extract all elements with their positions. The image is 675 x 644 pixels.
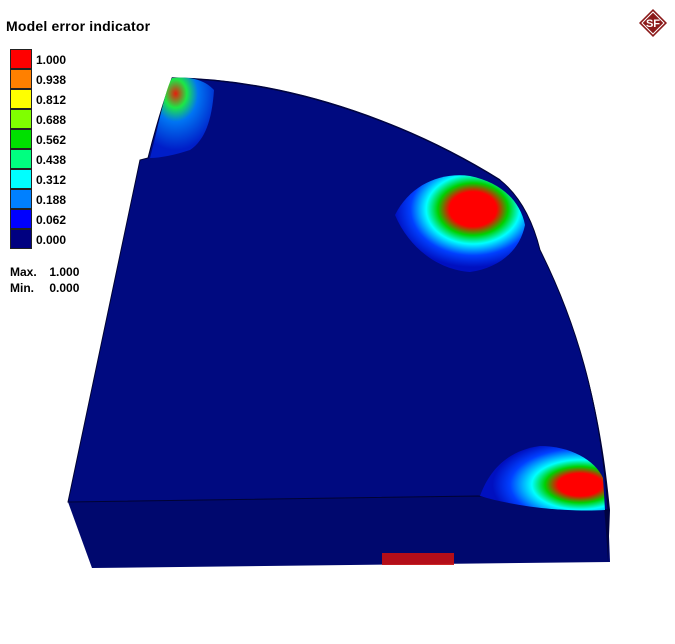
top-face [67, 77, 609, 511]
model-viewport[interactable] [0, 0, 675, 644]
front-face [68, 496, 610, 568]
front-red-patch [382, 553, 454, 565]
